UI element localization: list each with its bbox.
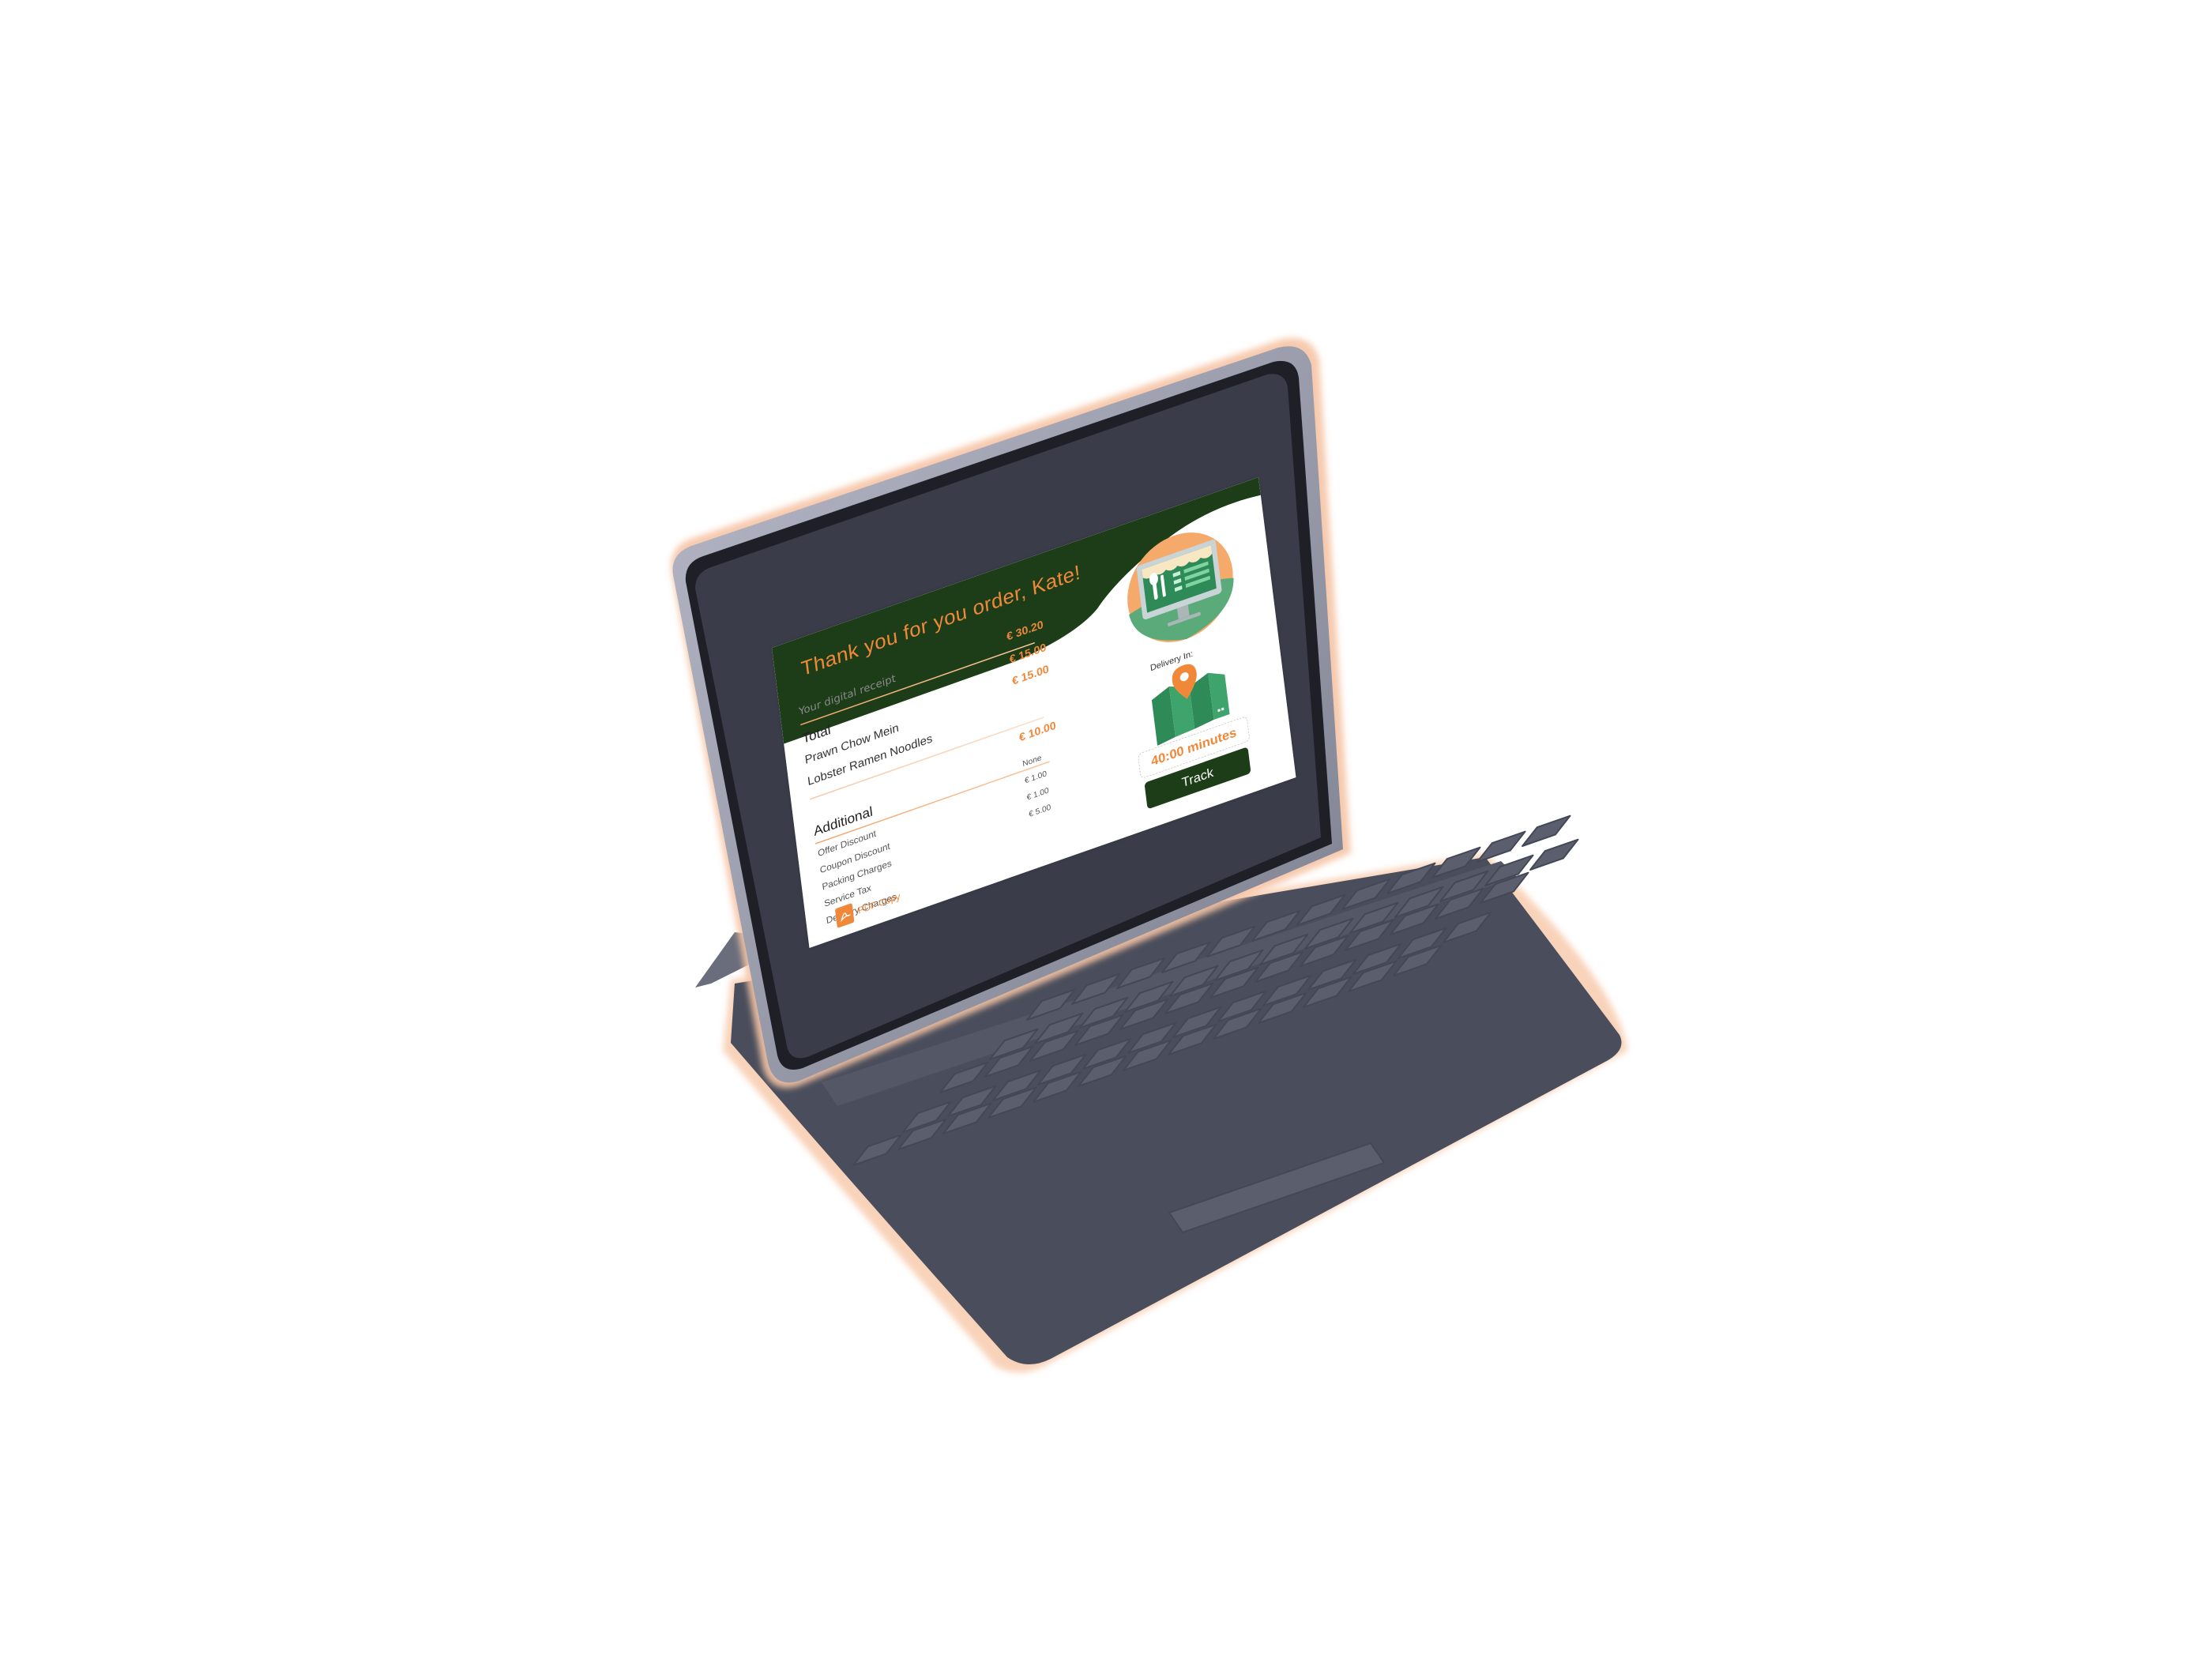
keyboard-key — [1522, 814, 1571, 847]
keyboard-key — [1477, 830, 1526, 863]
additional-value-3: € 1.00 — [1025, 785, 1050, 803]
additional-value-2: € 1.00 — [1024, 768, 1048, 785]
pdf-icon — [834, 903, 855, 928]
additional-value-1: None — [1021, 752, 1043, 769]
divider-items — [809, 717, 1044, 800]
additional-value-4: € 5.00 — [1028, 802, 1051, 819]
item-price-2: € 15.00 — [1011, 662, 1050, 688]
keyboard-key — [1529, 838, 1579, 871]
mockup-stage: Thank you for you order, Kate! Your digi… — [0, 0, 2212, 1659]
